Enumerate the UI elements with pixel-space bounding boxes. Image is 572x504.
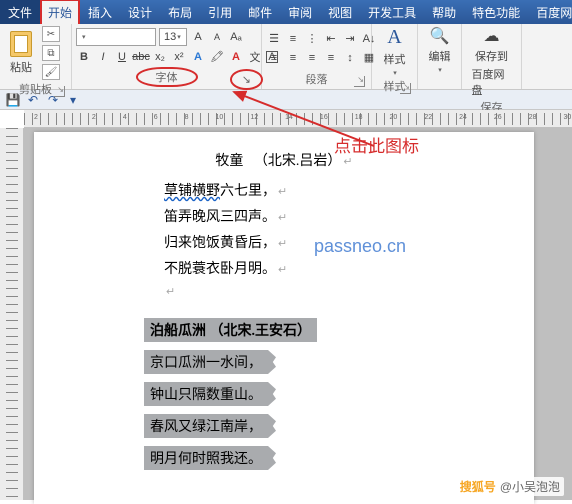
selection-line: 钟山只隔数重山。 <box>144 382 268 406</box>
page[interactable]: 牧童 （北宋.吕岩）↵ 草铺横野六七里，↵ 笛弄晚风三四声。↵ 归来饱饭黄昏后，… <box>34 132 534 504</box>
font-group-label: 字体 <box>136 67 198 87</box>
group-editing: 🔍 编辑▾ <box>418 24 462 89</box>
poem-line: 归来饱饭黄昏后，↵ <box>64 232 504 252</box>
paste-label: 粘贴 <box>10 59 32 75</box>
selection-block: 泊船瓜洲 （北宋.王安石） 京口瓜洲一水间， 钟山只隔数重山。 春风又绿江南岸，… <box>144 314 344 474</box>
tab-special[interactable]: 特色功能 <box>464 0 528 24</box>
poem-line: 笛弄晚风三四声。↵ <box>64 206 504 226</box>
cut-button[interactable]: ✂ <box>42 26 60 42</box>
font-dialog-launcher[interactable]: ↘ <box>230 69 263 90</box>
justify-button[interactable]: ≡ <box>323 50 339 66</box>
group-clipboard: 粘贴 ✂ ⧉ 🖌 剪贴板 ↘ <box>0 24 72 89</box>
tab-insert[interactable]: 插入 <box>80 0 120 24</box>
group-font: ▾ 13▾ A A Aₐ B I U abc x₂ x² A <box>72 24 262 89</box>
editing-button[interactable]: 🔍 编辑▾ <box>422 26 457 74</box>
font-size-combo[interactable]: 13▾ <box>159 28 187 46</box>
ribbon: 粘贴 ✂ ⧉ 🖌 剪贴板 ↘ ▾ 13▾ <box>0 24 572 90</box>
styles-launcher[interactable]: ↘ <box>400 83 411 94</box>
ruler-vertical[interactable] <box>0 128 24 500</box>
selection-line: 明月何时照我还。 <box>144 446 268 470</box>
shrink-font-button[interactable]: A <box>209 29 225 45</box>
text-effects-button[interactable]: A <box>190 49 206 65</box>
line-spacing-button[interactable]: ↕ <box>342 50 358 66</box>
font-size-value: 13 <box>164 31 176 43</box>
font-color-button[interactable]: A <box>228 49 244 65</box>
strike-button[interactable]: abc <box>133 49 149 65</box>
save-netdisk-button[interactable]: ☁ 保存到 百度网盘 <box>472 26 512 98</box>
bullets-button[interactable]: ☰ <box>266 31 282 47</box>
paste-icon <box>10 31 32 57</box>
multilevel-button[interactable]: ⋮ <box>304 31 320 47</box>
ruler-horizontal[interactable]: 2246810121416182022242628303234363840 <box>24 110 572 128</box>
decrease-indent-button[interactable]: ⇤ <box>323 31 339 47</box>
italic-button[interactable]: I <box>95 49 111 65</box>
group-save-netdisk: ☁ 保存到 百度网盘 保存 <box>462 24 522 89</box>
format-painter-button[interactable]: 🖌 <box>42 64 60 80</box>
bold-button[interactable]: B <box>76 49 92 65</box>
styles-icon: A <box>387 26 401 49</box>
styles-button[interactable]: A 样式▾ <box>376 26 413 77</box>
save-label-2: 百度网盘 <box>472 66 512 98</box>
selection-line: 春风又绿江南岸， <box>144 414 268 438</box>
tab-design[interactable]: 设计 <box>120 0 160 24</box>
poem-title: 牧童 （北宋.吕岩）↵ <box>64 150 504 170</box>
tab-references[interactable]: 引用 <box>200 0 240 24</box>
tab-mail[interactable]: 邮件 <box>240 0 280 24</box>
underline-button[interactable]: U <box>114 49 130 65</box>
paragraph-group-label: 段落 <box>306 74 328 86</box>
phonetic-guide-button[interactable]: 文 <box>247 49 263 65</box>
highlight-button[interactable]: 🖍 <box>209 49 225 65</box>
clear-format-button[interactable]: Aₐ <box>228 29 244 45</box>
ruler-numbers: 2246810121416182022242628303234363840 <box>24 114 572 121</box>
credit-source: 搜狐号 <box>460 480 496 494</box>
selection-title: 泊船瓜洲 （北宋.王安石） <box>144 318 317 342</box>
poem-line: 草铺横野六七里，↵ <box>64 180 504 200</box>
tab-help[interactable]: 帮助 <box>424 0 464 24</box>
selection-line: 京口瓜洲一水间， <box>144 350 268 374</box>
superscript-button[interactable]: x² <box>171 49 187 65</box>
align-right-button[interactable]: ≡ <box>304 50 320 66</box>
cloud-save-icon: ☁ <box>484 26 500 46</box>
tab-strip: 文件 开始 插入 设计 布局 引用 邮件 审阅 视图 开发工具 帮助 特色功能 … <box>0 0 572 24</box>
group-paragraph: ☰ ≡ ⋮ ⇤ ⇥ A↓ ≡ ≡ ≡ ≡ ↕ ▦ 段落 ↘ <box>262 24 372 89</box>
tab-netdisk[interactable]: 百度网盘 <box>528 0 572 24</box>
tab-layout[interactable]: 布局 <box>160 0 200 24</box>
copy-button[interactable]: ⧉ <box>42 45 60 61</box>
paste-button[interactable]: 粘贴 <box>4 31 38 75</box>
poem-line: 不脱蓑衣卧月明。↵ <box>64 258 504 278</box>
find-icon: 🔍 <box>430 26 450 46</box>
paragraph-launcher[interactable]: ↘ <box>354 76 365 87</box>
group-styles: A 样式▾ 样式 ↘ <box>372 24 418 89</box>
grow-font-button[interactable]: A <box>190 29 206 45</box>
document-area: 牧童 （北宋.吕岩）↵ 草铺横野六七里，↵ 笛弄晚风三四声。↵ 归来饱饭黄昏后，… <box>0 128 572 500</box>
blank-line: ↵ <box>64 284 504 300</box>
font-name-combo[interactable]: ▾ <box>76 28 156 46</box>
tab-home[interactable]: 开始 <box>40 0 80 24</box>
tab-devtools[interactable]: 开发工具 <box>360 0 424 24</box>
credit-footer: 搜狐号 @小吴泡泡 <box>456 477 564 496</box>
tab-view[interactable]: 视图 <box>320 0 360 24</box>
clipboard-launcher[interactable]: ↘ <box>54 86 65 97</box>
increase-indent-button[interactable]: ⇥ <box>342 31 358 47</box>
align-left-button[interactable]: ≡ <box>266 50 282 66</box>
qat-customize-icon[interactable]: ▾ <box>66 93 80 107</box>
clipboard-group-label: 剪贴板 <box>19 84 52 96</box>
subscript-button[interactable]: x₂ <box>152 49 168 65</box>
tab-file[interactable]: 文件 <box>0 0 40 24</box>
numbering-button[interactable]: ≡ <box>285 31 301 47</box>
tab-review[interactable]: 审阅 <box>280 0 320 24</box>
credit-user: @小吴泡泡 <box>500 480 560 494</box>
align-center-button[interactable]: ≡ <box>285 50 301 66</box>
editing-label: 编辑 <box>429 48 451 64</box>
styles-label: 样式 <box>384 51 406 67</box>
save-label-1: 保存到 <box>475 48 508 64</box>
